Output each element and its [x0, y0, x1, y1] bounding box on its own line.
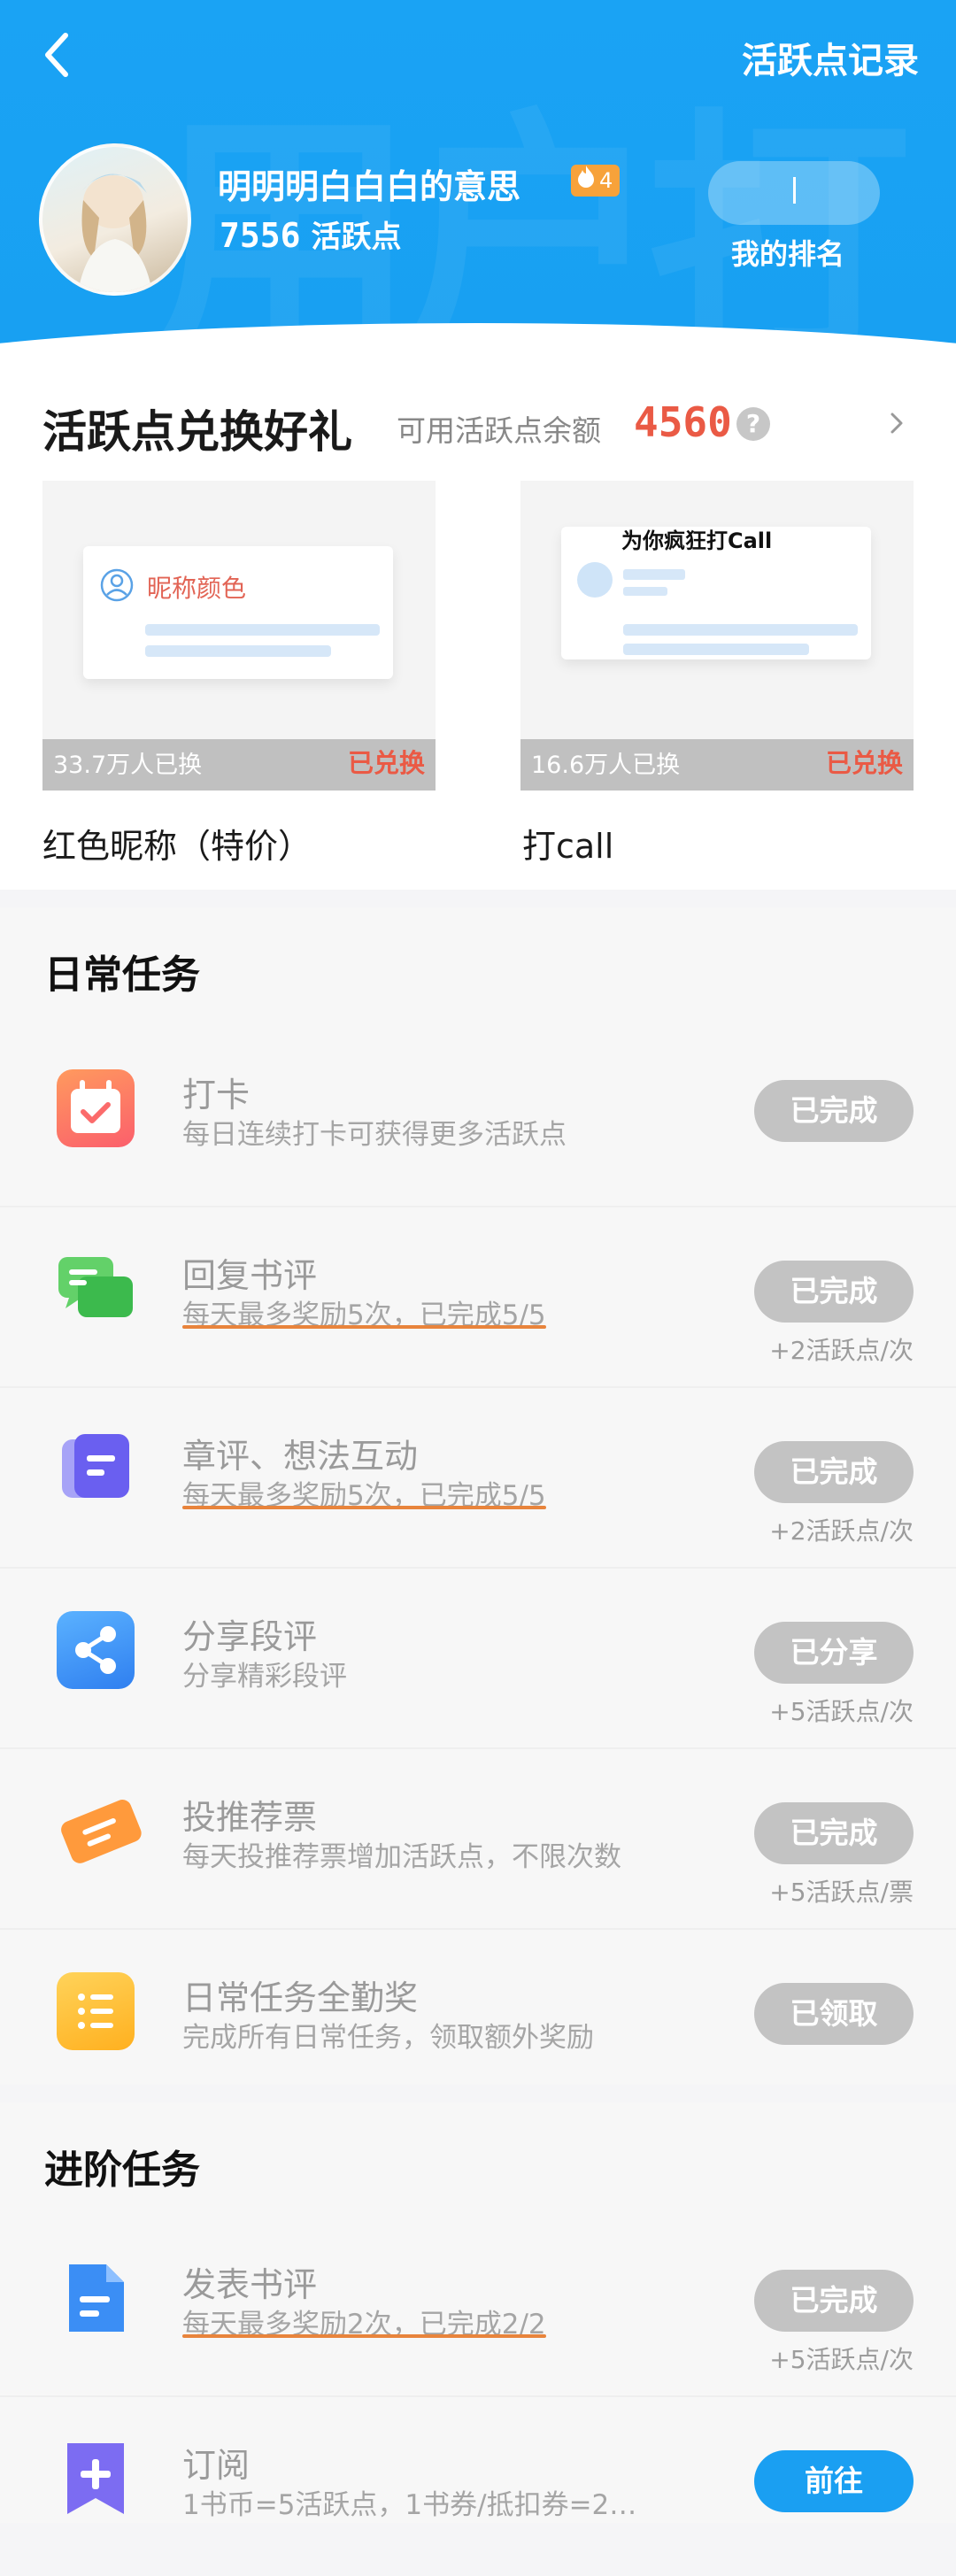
task-share-comment: 分享段评 分享精彩段评 已分享 +5活跃点/次 [0, 1567, 956, 1749]
task-reward: +2活跃点/次 [769, 1336, 914, 1365]
rank-label[interactable]: 我的排名 [731, 232, 844, 273]
user-name: 明明明白白白的意思 [218, 167, 521, 206]
activity-records-link[interactable]: 活跃点记录 [742, 32, 919, 83]
points-unit: 活跃点 [311, 220, 402, 255]
card-sold-count: 33.7万人已换 [53, 752, 203, 779]
avatar[interactable] [39, 143, 191, 296]
task-desc: 每天最多奖励2次，已完成2/2 [182, 2302, 546, 2341]
task-status-button[interactable]: 已分享 [754, 1622, 914, 1684]
exchange-title: 活跃点兑换好礼 [42, 406, 352, 458]
exchange-section: 活跃点兑换好礼 可用活跃点余额 4560 ? 昵称颜色 33.7万人已换 已兑换… [0, 354, 956, 890]
calendar-icon [57, 1069, 135, 1147]
task-reward: +5活跃点/票 [769, 1878, 914, 1907]
task-name: 分享段评 [182, 1617, 318, 1656]
task-name: 日常任务全勤奖 [182, 1978, 419, 2017]
call-preview: 为你疯狂打Call [561, 527, 871, 659]
points-value: 7556 [220, 216, 301, 255]
task-desc: 分享精彩段评 [182, 1661, 347, 1693]
task-reward: +5活跃点/次 [769, 1697, 914, 1726]
user-icon [100, 568, 380, 657]
card-status: 已兑换 [825, 748, 903, 778]
task-name: 投推荐票 [182, 1798, 318, 1837]
points-line: 7556 活跃点 [220, 212, 402, 256]
chevron-right-icon[interactable] [887, 407, 908, 439]
task-reply-review: 回复书评 每天最多奖励5次，已完成5/5 已完成 +2活跃点/次 [0, 1206, 956, 1388]
level-badge: 4 [571, 165, 621, 197]
balance-label: 可用活跃点余额 [397, 413, 601, 448]
task-full-attendance: 日常任务全勤奖 完成所有日常任务，领取额外奖励 已领取 [0, 1928, 956, 2109]
task-checkin: 打卡 每日连续打卡可获得更多活跃点 已完成 [0, 1025, 956, 1207]
task-status-button[interactable]: 已完成 [754, 2270, 914, 2332]
advanced-title: 进阶任务 [44, 2148, 200, 2193]
task-desc: 每天投推荐票增加活跃点，不限次数 [182, 1841, 621, 1873]
card-name[interactable]: 红色昵称（特价） [42, 819, 312, 868]
task-post-review: 发表书评 每天最多奖励2次，已完成2/2 已完成 +5活跃点/次 [0, 2215, 956, 2397]
task-subscribe: 订阅 1书币=5活跃点，1书券/抵扣券=2… 前往 [0, 2395, 956, 2576]
card-sold-count: 16.6万人已换 [531, 752, 681, 779]
document-icon [57, 2259, 135, 2337]
task-name: 订阅 [182, 2446, 251, 2485]
task-status-button[interactable]: 已完成 [754, 1802, 914, 1864]
profile-header: 用户打 活跃点记录 明明明白白白的意思 4 7556 活跃点 我的排名 [0, 0, 956, 354]
daily-tasks-section: 日常任务 打卡 每日连续打卡可获得更多活跃点 已完成 回复书评 每天最多奖励5次… [0, 907, 956, 2085]
card-status: 已兑换 [347, 748, 425, 778]
task-chapter-comment: 章评、想法互动 每天最多奖励5次，已完成5/5 已完成 +2活跃点/次 [0, 1386, 956, 1569]
flame-icon [576, 165, 596, 197]
back-icon[interactable] [35, 28, 80, 81]
rank-button[interactable] [708, 161, 880, 225]
ticket-icon [57, 1792, 142, 1870]
document-stack-icon [57, 1431, 135, 1508]
task-desc: 完成所有日常任务，领取额外奖励 [182, 2022, 594, 2054]
task-status-button[interactable]: 已完成 [754, 1080, 914, 1142]
task-status-button[interactable]: 已完成 [754, 1441, 914, 1503]
preview-label: 昵称颜色 [147, 574, 247, 603]
task-desc: 每天最多奖励5次，已完成5/5 [182, 1292, 546, 1332]
card-name[interactable]: 打call [522, 819, 613, 868]
task-name: 回复书评 [182, 1256, 318, 1295]
task-recommend-vote: 投推荐票 每天投推荐票增加活跃点，不限次数 已完成 +5活跃点/票 [0, 1747, 956, 1930]
share-icon [57, 1611, 135, 1689]
task-status-button[interactable]: 已完成 [754, 1261, 914, 1323]
task-reward: +5活跃点/次 [769, 2345, 914, 2374]
help-icon[interactable]: ? [736, 407, 770, 441]
task-reward: +2活跃点/次 [769, 1516, 914, 1546]
chat-bubbles-icon [57, 1250, 135, 1328]
level-number: 4 [599, 168, 613, 193]
go-button[interactable]: 前往 [754, 2450, 914, 2512]
nickname-color-preview: 昵称颜色 [83, 546, 393, 679]
task-desc: 每日连续打卡可获得更多活跃点 [182, 1119, 567, 1151]
task-name: 发表书评 [182, 2265, 318, 2304]
task-name: 章评、想法互动 [182, 1437, 419, 1476]
daily-title: 日常任务 [44, 953, 200, 998]
bookmark-plus-icon [57, 2440, 135, 2518]
task-desc: 每天最多奖励5次，已完成5/5 [182, 1473, 546, 1513]
exchange-card-red-nickname[interactable]: 昵称颜色 33.7万人已换 已兑换 [42, 481, 436, 791]
balance-value: 4560 [634, 398, 732, 446]
task-status-button[interactable]: 已领取 [754, 1983, 914, 2045]
advanced-tasks-section: 进阶任务 发表书评 每天最多奖励2次，已完成2/2 已完成 +5活跃点/次 订阅… [0, 2102, 956, 2523]
list-icon [57, 1972, 135, 2050]
task-desc: 1书币=5活跃点，1书券/抵扣券=2… [182, 2489, 637, 2521]
call-banner-text: 为你疯狂打Call [621, 528, 773, 553]
exchange-card-call[interactable]: 为你疯狂打Call 16.6万人已换 已兑换 [520, 481, 914, 791]
rank-indicator [793, 177, 796, 204]
task-name: 打卡 [182, 1076, 251, 1114]
